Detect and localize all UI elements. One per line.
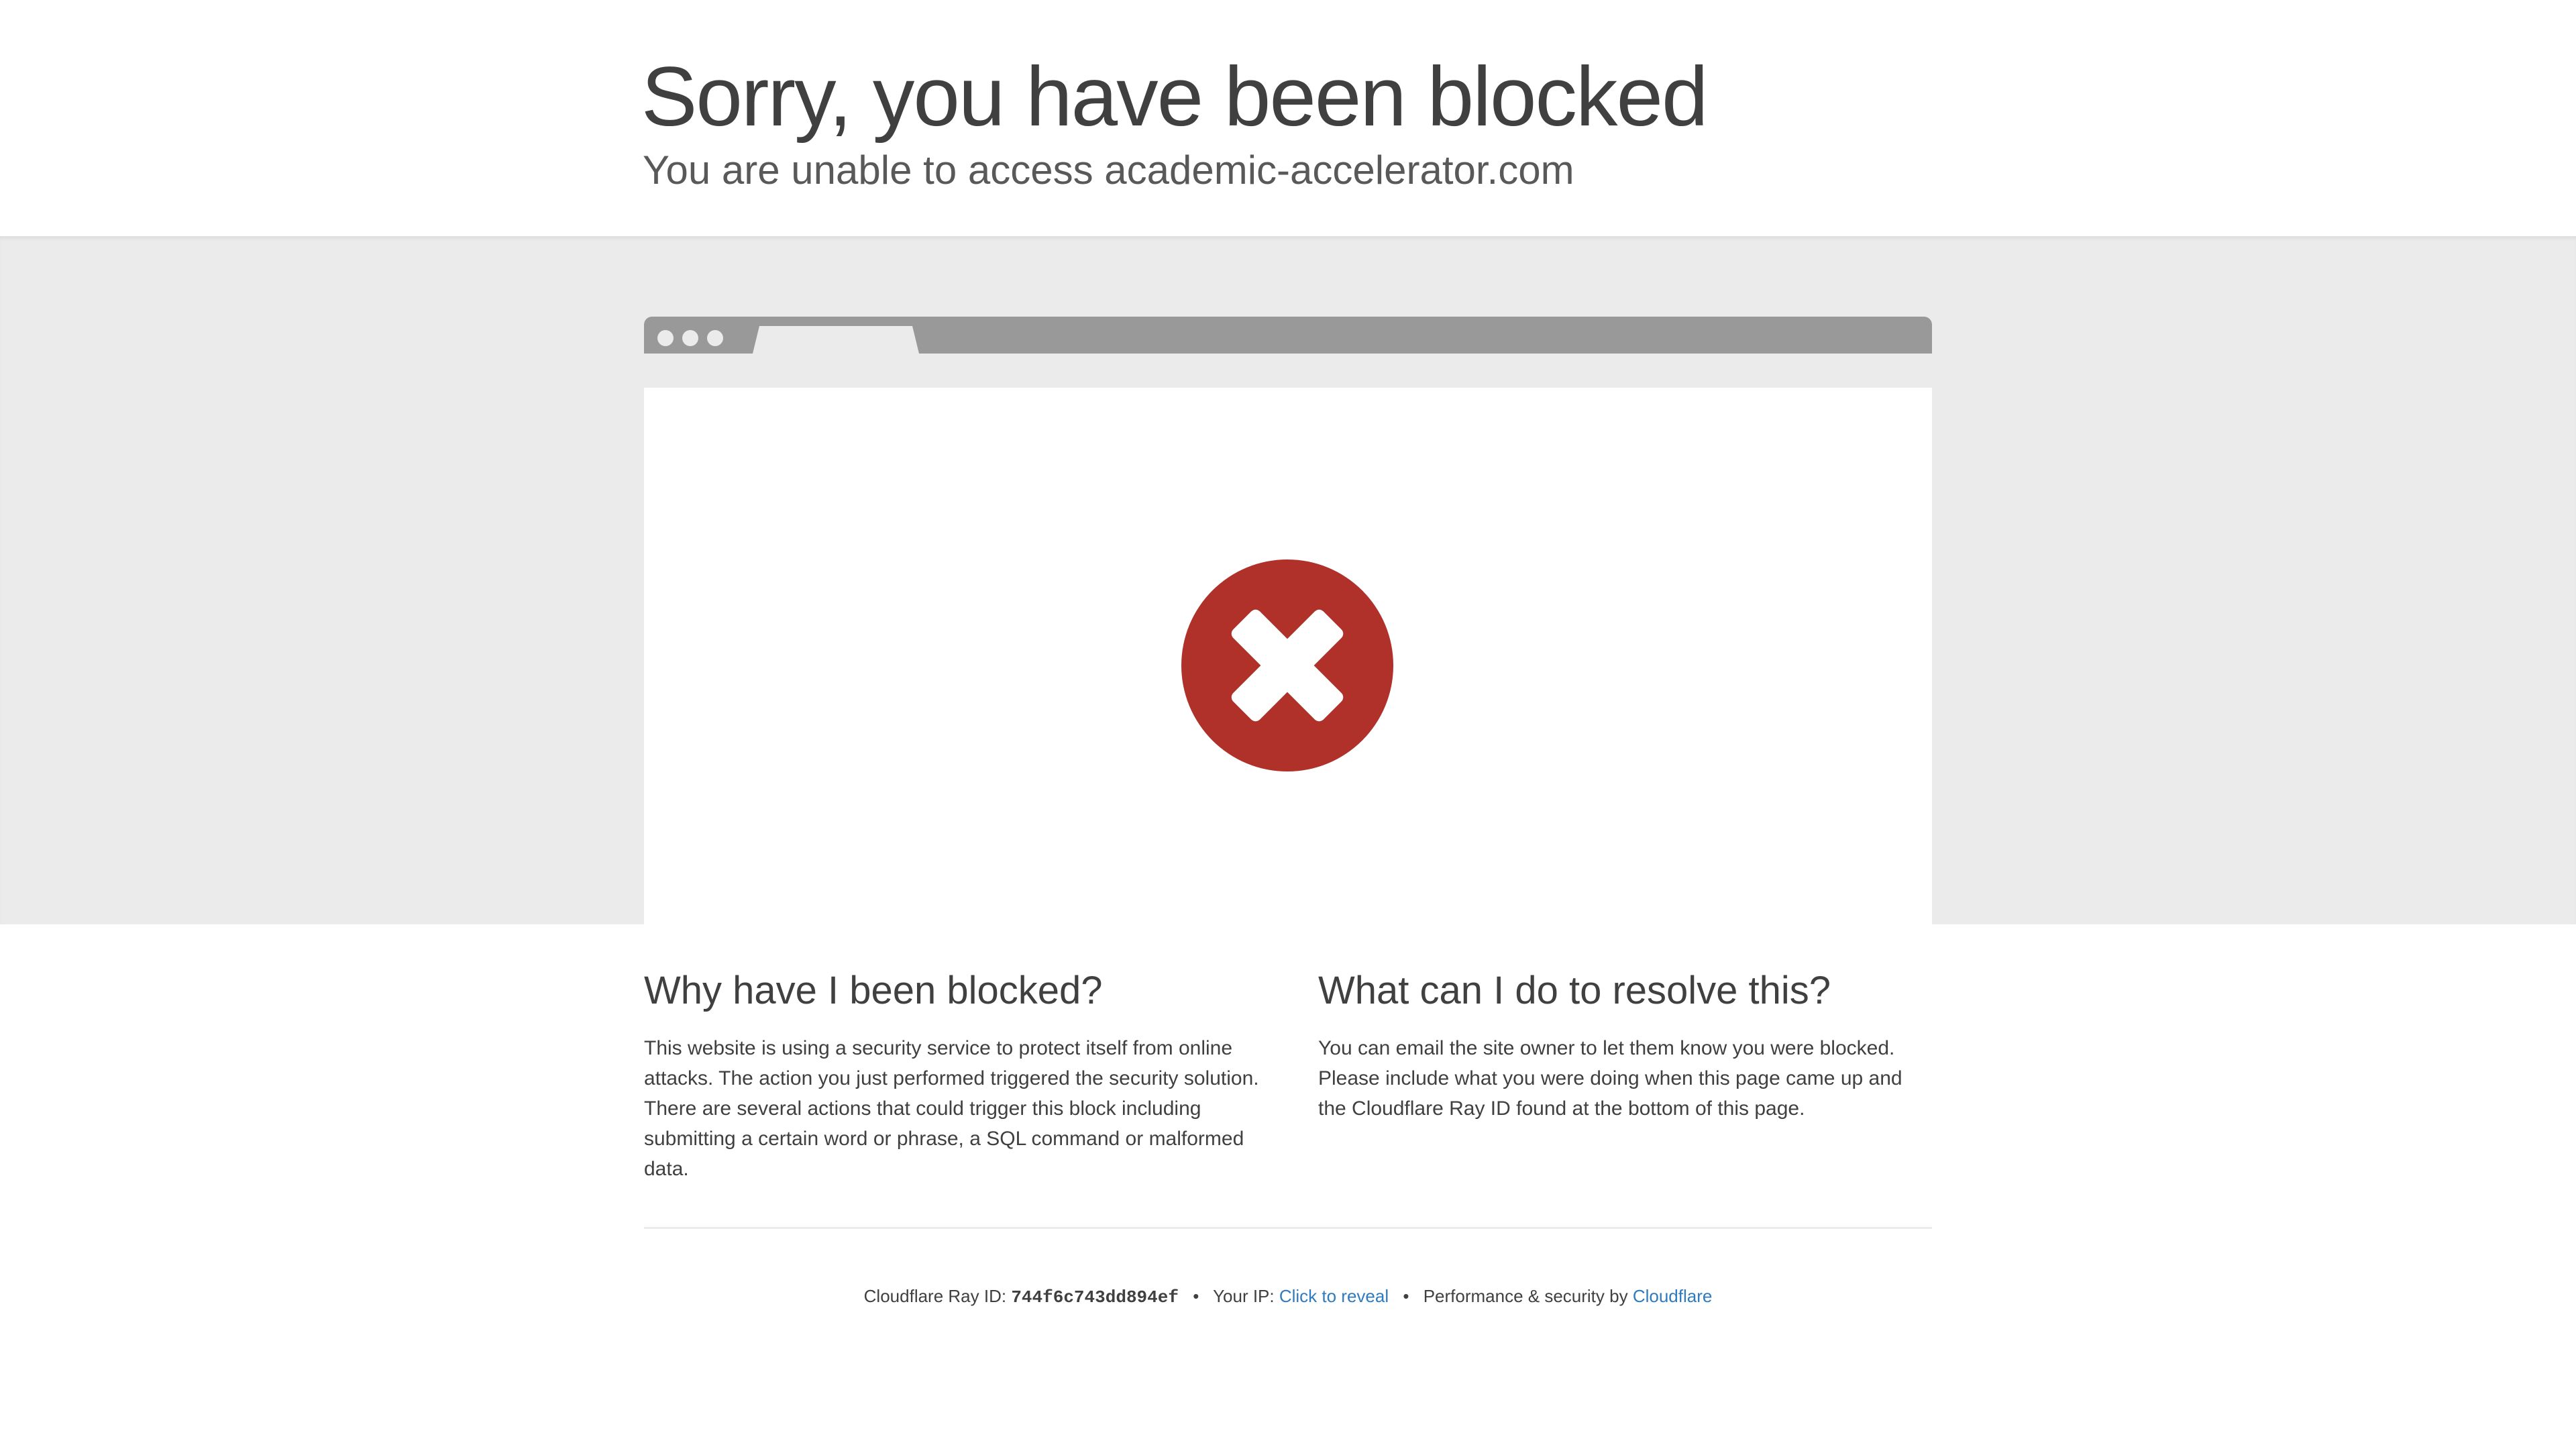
performance-label: Performance & security by (1423, 1286, 1633, 1306)
resolve-text: You can email the site owner to let them… (1318, 1037, 1902, 1120)
page-subtitle: You are unable to access academic-accele… (643, 148, 1574, 193)
ray-id-value: 744f6c743dd894ef (1011, 1287, 1179, 1307)
why-blocked-heading: Why have I been blocked? (644, 969, 1103, 1012)
why-blocked-text: This website is using a security service… (644, 1037, 1259, 1180)
footer: Cloudflare Ray ID: 744f6c743dd894ef • Yo… (0, 1283, 2576, 1311)
footer-separator: • (1403, 1286, 1409, 1306)
window-dot-icon (682, 330, 698, 346)
resolve-section: What can I do to resolve this? You can e… (1318, 961, 1935, 1124)
window-dot-icon (657, 330, 674, 346)
ray-id-label: Cloudflare Ray ID: (863, 1286, 1012, 1306)
resolve-heading: What can I do to resolve this? (1318, 969, 1831, 1012)
footer-divider (644, 1227, 1932, 1229)
footer-separator: • (1193, 1286, 1199, 1306)
reveal-ip-link[interactable]: Click to reveal (1279, 1286, 1389, 1306)
browser-window-titlebar (644, 317, 1932, 354)
page-title: Sorry, you have been blocked (641, 50, 1709, 144)
browser-window-body (644, 388, 1932, 924)
why-blocked-section: Why have I been blocked? This website is… (644, 961, 1261, 1184)
browser-tab-shape (753, 326, 919, 354)
browser-toolbar-strip (644, 354, 1932, 388)
window-dot-icon (707, 330, 723, 346)
error-x-icon (1181, 559, 1393, 771)
ip-label: Your IP: (1213, 1286, 1279, 1306)
cloudflare-link[interactable]: Cloudflare (1633, 1286, 1713, 1306)
page-header: Sorry, you have been blocked You are una… (0, 0, 2576, 236)
